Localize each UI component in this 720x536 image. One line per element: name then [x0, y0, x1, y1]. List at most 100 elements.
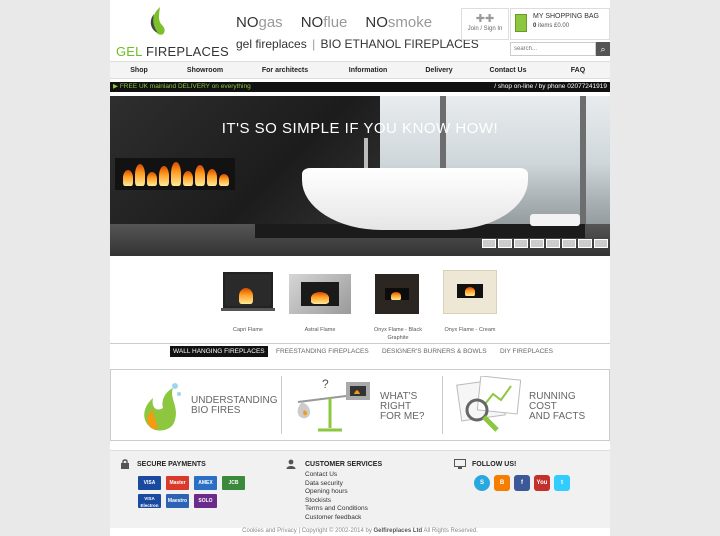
slide-thumb[interactable] — [498, 239, 512, 248]
product-image — [439, 268, 501, 314]
hero-slide-thumbnails — [482, 239, 608, 248]
product-base — [221, 308, 275, 311]
tab-designers-burners[interactable]: DESIGNER'S BURNERS & BOWLS — [382, 346, 487, 357]
slide-thumb[interactable] — [594, 239, 608, 248]
product-onyx-cream[interactable]: Onyx Flame - Cream — [438, 268, 502, 334]
facebook-icon[interactable]: f — [514, 475, 530, 491]
flame — [123, 170, 133, 186]
bag-items: 0 items £0.00 — [533, 23, 569, 29]
nav-contact-us[interactable]: Contact Us — [470, 62, 546, 78]
bag-items-text: items £0.00 — [536, 23, 570, 29]
slide-thumb[interactable] — [514, 239, 528, 248]
svg-text:?: ? — [322, 377, 329, 391]
customer-services-title: CUSTOMER SERVICES — [305, 461, 383, 468]
flame — [135, 164, 145, 186]
product-image — [289, 268, 351, 314]
link-terms[interactable]: Terms and Conditions — [305, 505, 368, 514]
visa-card-icon: VISA — [138, 476, 161, 490]
lock-icon — [121, 459, 129, 469]
logo-text: GEL FIREPLACES — [116, 44, 229, 59]
slide-thumb[interactable] — [482, 239, 496, 248]
footer: SECURE PAYMENTS VISA Master AMEX JCB VIS… — [110, 450, 610, 528]
product-image — [367, 268, 429, 314]
flame — [219, 174, 229, 186]
shopping-bag-icon — [515, 14, 527, 32]
copyright: Cookies and Privacy | Copyright © 2002-2… — [0, 528, 720, 534]
nav-delivery[interactable]: Delivery — [408, 62, 470, 78]
balance-scale-icon: ? — [297, 377, 370, 432]
monitor-icon — [454, 459, 466, 469]
flame — [171, 162, 181, 186]
shopping-bag[interactable]: MY SHOPPING BAG 0 items £0.00 — [510, 8, 610, 40]
promo-bar: ▶ FREE UK mainland DELIVERY on everythin… — [110, 82, 610, 92]
user-icon — [286, 459, 296, 469]
product-name: Onyx Flame - Cream — [444, 327, 496, 333]
no-label-2: NO — [300, 14, 324, 31]
tab-freestanding[interactable]: FREESTANDING FIREPLACES — [276, 346, 369, 357]
skype-icon[interactable]: S — [474, 475, 490, 491]
understanding-bio-fires-box[interactable]: UNDERSTANDING BIO FIRES — [111, 370, 281, 440]
blogger-icon[interactable]: B — [494, 475, 510, 491]
tab-diy[interactable]: DIY FIREPLACES — [500, 346, 553, 357]
link-data-security[interactable]: Data security — [305, 480, 368, 489]
flame — [311, 292, 329, 304]
slide-thumb[interactable] — [546, 239, 560, 248]
nav-information[interactable]: Information — [328, 62, 408, 78]
product-onyx-black[interactable]: Onyx Flame - Black Graphite — [366, 268, 430, 342]
hero-towels — [530, 214, 580, 226]
tab-wall-hanging[interactable]: WALL HANGING FIREPLACES — [170, 346, 268, 357]
search-input[interactable] — [510, 42, 596, 56]
category-tabs: WALL HANGING FIREPLACES FREESTANDING FIR… — [110, 343, 610, 357]
product-astral-flame[interactable]: Astral Flame — [288, 268, 352, 334]
join-label: Join / Sign In — [467, 26, 503, 32]
search-icon[interactable]: ⌕ — [596, 42, 610, 56]
hero-banner[interactable]: IT'S SO SIMPLE IF YOU KNOW HOW! — [110, 96, 610, 256]
logo-prefix: GEL — [116, 44, 146, 59]
nav-shop[interactable]: Shop — [110, 62, 168, 78]
amex-card-icon: AMEX — [194, 476, 217, 490]
join-plus-icon: ✚✚ — [475, 13, 495, 25]
visa-electron-card-icon: VISA Electron — [138, 494, 161, 508]
page: GEL FIREPLACES NOgas NOflue NOsmoke gel fi… — [110, 0, 610, 536]
promo-left-label: FREE UK mainland DELIVERY on everything — [119, 83, 251, 90]
no-gas-flue-smoke: NOgas NOflue NOsmoke — [236, 14, 450, 31]
flame-logo-icon — [150, 7, 165, 35]
slide-thumb[interactable] — [578, 239, 592, 248]
tagline-separator: | — [312, 37, 316, 51]
nav-showroom[interactable]: Showroom — [168, 62, 242, 78]
flame — [391, 292, 401, 300]
slide-thumb[interactable] — [562, 239, 576, 248]
understanding-bio-fires-label: UNDERSTANDING BIO FIRES — [191, 395, 278, 416]
link-contact-us[interactable]: Contact Us — [305, 471, 368, 480]
running-cost-box[interactable]: RUNNING COST AND FACTS — [443, 370, 609, 440]
whats-right-for-me-box[interactable]: ? WHAT'S RIGHT FOR ME? — [282, 370, 442, 440]
running-cost-label: RUNNING COST AND FACTS — [529, 391, 586, 422]
twitter-icon[interactable]: t — [554, 475, 570, 491]
youtube-icon[interactable]: You — [534, 475, 550, 491]
logo[interactable]: GEL FIREPLACES — [116, 6, 229, 59]
flame — [183, 171, 193, 186]
flame — [465, 287, 475, 296]
no-text-gas: gas — [258, 14, 283, 31]
link-customer-feedback[interactable]: Customer feedback — [305, 514, 368, 523]
link-stockists[interactable]: Stockists — [305, 497, 368, 506]
copyright-prefix[interactable]: Cookies and Privacy | Copyright © 2002-2… — [242, 528, 373, 534]
follow-us-title: FOLLOW US! — [472, 461, 517, 468]
nav-faq[interactable]: FAQ — [546, 62, 610, 78]
slide-thumb[interactable] — [530, 239, 544, 248]
nav-for-architects[interactable]: For architects — [242, 62, 328, 78]
maestro-card-icon: Maestro — [166, 494, 189, 508]
bio-flame-icon — [144, 383, 181, 431]
link-opening-hours[interactable]: Opening hours — [305, 488, 368, 497]
shop-phone-text[interactable]: / shop on-line / by phone 02077241919 — [494, 82, 607, 92]
join-sign-in-button[interactable]: ✚✚ Join / Sign In — [461, 8, 509, 40]
no-text-flue: flue — [323, 14, 348, 31]
no-label-1: NO — [236, 14, 259, 31]
product-capri-flame[interactable]: Capri Flame — [216, 268, 280, 334]
customer-links: Contact Us Data security Opening hours S… — [305, 471, 368, 522]
flame — [147, 172, 157, 186]
flame — [159, 166, 169, 186]
logo-suffix: FIREPLACES — [145, 44, 229, 59]
flame — [195, 165, 205, 186]
whats-right-label: WHAT'S RIGHT FOR ME? — [380, 391, 425, 422]
